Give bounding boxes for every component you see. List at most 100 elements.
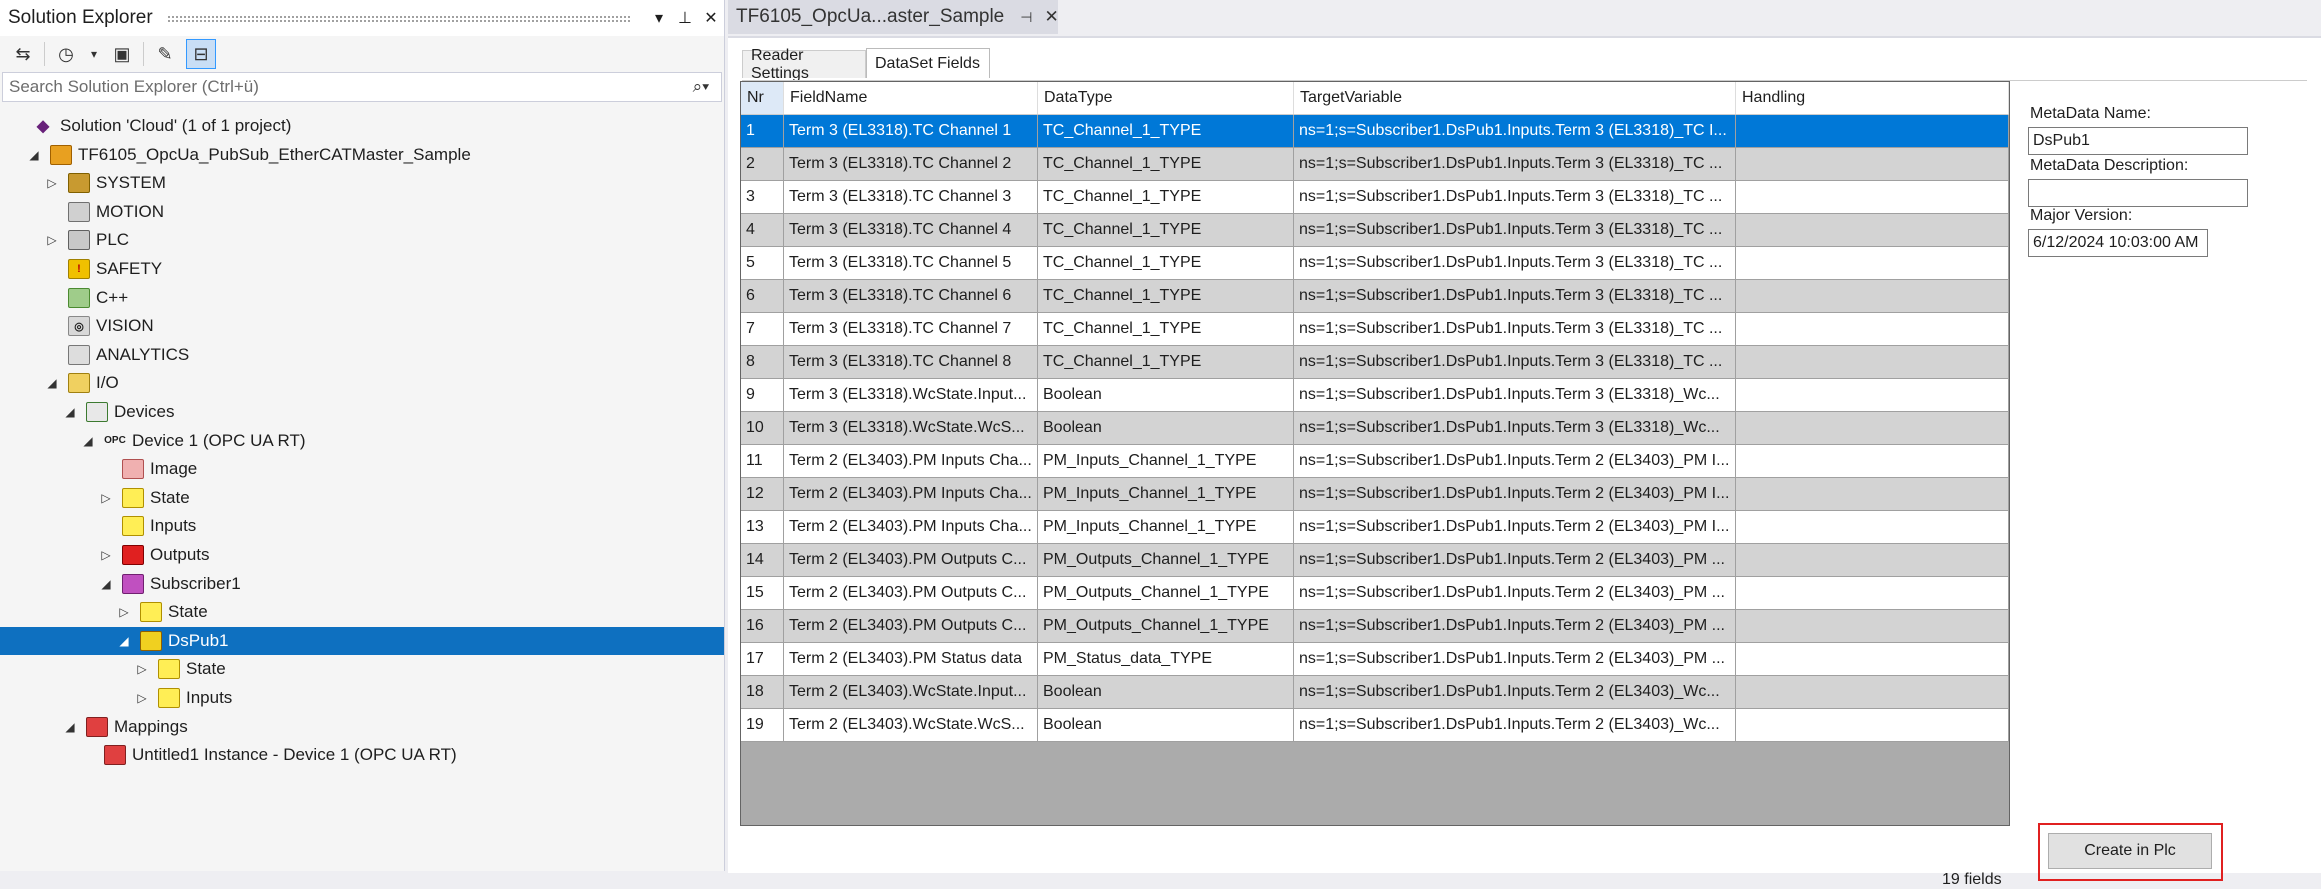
cell-handling[interactable]	[1736, 280, 2009, 312]
tree-node[interactable]: C++	[0, 284, 724, 312]
pin-icon[interactable]: ⊥	[672, 8, 698, 28]
table-row[interactable]: 16 Term 2 (EL3403).PM Outputs C... PM_Outp…	[741, 610, 2009, 643]
cell-fieldname[interactable]: Term 2 (EL3403).PM Outputs C...	[784, 544, 1038, 576]
tree-node[interactable]: ◢ Subscriber1	[0, 570, 724, 598]
column-header-handling[interactable]: Handling	[1736, 82, 2009, 114]
cell-datatype[interactable]: PM_Outputs_Channel_1_TYPE	[1038, 610, 1294, 642]
cell-nr[interactable]: 12	[741, 478, 784, 510]
properties-wrench-icon[interactable]: ✎	[150, 39, 180, 69]
cell-handling[interactable]	[1736, 445, 2009, 477]
cell-fieldname[interactable]: Term 3 (EL3318).TC Channel 6	[784, 280, 1038, 312]
cell-datatype[interactable]: PM_Inputs_Channel_1_TYPE	[1038, 478, 1294, 510]
tree-node[interactable]: ANALYTICS	[0, 341, 724, 369]
tree-node[interactable]: ◢ Mappings	[0, 713, 724, 741]
cell-datatype[interactable]: Boolean	[1038, 379, 1294, 411]
major-version-field[interactable]: 6/12/2024 10:03:00 AM	[2028, 229, 2208, 257]
cell-targetvariable[interactable]: ns=1;s=Subscriber1.DsPub1.Inputs.Term 3 …	[1294, 346, 1736, 378]
cell-datatype[interactable]: TC_Channel_1_TYPE	[1038, 214, 1294, 246]
cell-targetvariable[interactable]: ns=1;s=Subscriber1.DsPub1.Inputs.Term 3 …	[1294, 214, 1736, 246]
cell-targetvariable[interactable]: ns=1;s=Subscriber1.DsPub1.Inputs.Term 2 …	[1294, 445, 1736, 477]
cell-datatype[interactable]: TC_Channel_1_TYPE	[1038, 148, 1294, 180]
cell-handling[interactable]	[1736, 412, 2009, 444]
cell-datatype[interactable]: TC_Channel_1_TYPE	[1038, 313, 1294, 345]
tree-node[interactable]: Inputs	[0, 512, 724, 540]
collapse-arrow-icon[interactable]: ◢	[62, 720, 78, 734]
document-tab-title[interactable]: TF6105_OpcUa...aster_Sample	[736, 6, 1004, 28]
cell-nr[interactable]: 9	[741, 379, 784, 411]
table-row[interactable]: 18 Term 2 (EL3403).WcState.Input... Boolea…	[741, 676, 2009, 709]
expand-arrow-icon[interactable]: ▷	[98, 548, 114, 562]
create-in-plc-button[interactable]: Create in Plc	[2048, 833, 2212, 869]
cell-handling[interactable]	[1736, 511, 2009, 543]
cell-fieldname[interactable]: Term 2 (EL3403).PM Outputs C...	[784, 577, 1038, 609]
cell-handling[interactable]	[1736, 577, 2009, 609]
tab-dataset-fields[interactable]: DataSet Fields	[866, 48, 990, 78]
cell-nr[interactable]: 10	[741, 412, 784, 444]
search-icon[interactable]: ⌕▾	[681, 77, 721, 97]
cell-nr[interactable]: 6	[741, 280, 784, 312]
cell-handling[interactable]	[1736, 676, 2009, 708]
cell-handling[interactable]	[1736, 478, 2009, 510]
cell-nr[interactable]: 18	[741, 676, 784, 708]
cell-datatype[interactable]: Boolean	[1038, 412, 1294, 444]
cell-targetvariable[interactable]: ns=1;s=Subscriber1.DsPub1.Inputs.Term 3 …	[1294, 181, 1736, 213]
cell-handling[interactable]	[1736, 643, 2009, 675]
cell-fieldname[interactable]: Term 2 (EL3403).PM Status data	[784, 643, 1038, 675]
cell-targetvariable[interactable]: ns=1;s=Subscriber1.DsPub1.Inputs.Term 3 …	[1294, 379, 1736, 411]
cell-nr[interactable]: 8	[741, 346, 784, 378]
collapse-arrow-icon[interactable]: ◢	[44, 376, 60, 390]
cell-nr[interactable]: 7	[741, 313, 784, 345]
collapse-arrow-icon[interactable]: ◢	[116, 634, 132, 648]
cell-targetvariable[interactable]: ns=1;s=Subscriber1.DsPub1.Inputs.Term 2 …	[1294, 511, 1736, 543]
cell-nr[interactable]: 1	[741, 115, 784, 147]
document-tab[interactable]: TF6105_OpcUa...aster_Sample ⊣ ✕	[728, 0, 1059, 34]
column-header-fieldname[interactable]: FieldName	[784, 82, 1038, 114]
cell-fieldname[interactable]: Term 2 (EL3403).PM Inputs Cha...	[784, 445, 1038, 477]
cell-datatype[interactable]: PM_Inputs_Channel_1_TYPE	[1038, 445, 1294, 477]
solution-explorer-search[interactable]: Search Solution Explorer (Ctrl+ü) ⌕▾	[2, 72, 722, 102]
collapse-arrow-icon[interactable]: ◢	[98, 577, 114, 591]
cell-targetvariable[interactable]: ns=1;s=Subscriber1.DsPub1.Inputs.Term 3 …	[1294, 280, 1736, 312]
tree-node[interactable]: ◎ VISION	[0, 312, 724, 340]
cell-datatype[interactable]: Boolean	[1038, 709, 1294, 741]
cell-nr[interactable]: 2	[741, 148, 784, 180]
cell-handling[interactable]	[1736, 115, 2009, 147]
table-row[interactable]: 17 Term 2 (EL3403).PM Status data PM_Statu…	[741, 643, 2009, 676]
tree-node[interactable]: Untitled1 Instance - Device 1 (OPC UA RT…	[0, 741, 724, 769]
pending-changes-icon[interactable]: ◷	[51, 39, 81, 69]
cell-nr[interactable]: 17	[741, 643, 784, 675]
cell-handling[interactable]	[1736, 709, 2009, 741]
column-header-datatype[interactable]: DataType	[1038, 82, 1294, 114]
table-row[interactable]: 2 Term 3 (EL3318).TC Channel 2 TC_Channel_…	[741, 148, 2009, 181]
cell-targetvariable[interactable]: ns=1;s=Subscriber1.DsPub1.Inputs.Term 2 …	[1294, 610, 1736, 642]
cell-nr[interactable]: 4	[741, 214, 784, 246]
tree-node[interactable]: ◢ I/O	[0, 369, 724, 397]
cell-datatype[interactable]: PM_Outputs_Channel_1_TYPE	[1038, 544, 1294, 576]
collapse-all-icon[interactable]: ▣	[107, 39, 137, 69]
tree-node[interactable]: Image	[0, 455, 724, 483]
cell-targetvariable[interactable]: ns=1;s=Subscriber1.DsPub1.Inputs.Term 3 …	[1294, 247, 1736, 279]
cell-handling[interactable]	[1736, 247, 2009, 279]
table-row[interactable]: 19 Term 2 (EL3403).WcState.WcS... Boolean n…	[741, 709, 2009, 742]
cell-fieldname[interactable]: Term 2 (EL3403).PM Inputs Cha...	[784, 478, 1038, 510]
table-row[interactable]: 15 Term 2 (EL3403).PM Outputs C... PM_Outp…	[741, 577, 2009, 610]
metadata-description-field[interactable]	[2028, 179, 2248, 207]
cell-handling[interactable]	[1736, 610, 2009, 642]
cell-nr[interactable]: 14	[741, 544, 784, 576]
expand-arrow-icon[interactable]: ▷	[134, 691, 150, 705]
table-row[interactable]: 12 Term 2 (EL3403).PM Inputs Cha... PM_Inp…	[741, 478, 2009, 511]
cell-datatype[interactable]: PM_Status_data_TYPE	[1038, 643, 1294, 675]
cell-fieldname[interactable]: Term 3 (EL3318).TC Channel 1	[784, 115, 1038, 147]
cell-targetvariable[interactable]: ns=1;s=Subscriber1.DsPub1.Inputs.Term 2 …	[1294, 544, 1736, 576]
cell-fieldname[interactable]: Term 3 (EL3318).WcState.WcS...	[784, 412, 1038, 444]
expand-arrow-icon[interactable]: ▷	[44, 176, 60, 190]
table-row[interactable]: 3 Term 3 (EL3318).TC Channel 3 TC_Channel_…	[741, 181, 2009, 214]
cell-nr[interactable]: 5	[741, 247, 784, 279]
cell-fieldname[interactable]: Term 3 (EL3318).TC Channel 5	[784, 247, 1038, 279]
cell-handling[interactable]	[1736, 313, 2009, 345]
collapse-arrow-icon[interactable]: ◢	[26, 148, 42, 162]
tree-node[interactable]: ◆ Solution 'Cloud' (1 of 1 project)	[0, 112, 724, 140]
cell-fieldname[interactable]: Term 3 (EL3318).TC Channel 2	[784, 148, 1038, 180]
close-tab-icon[interactable]: ✕	[1044, 7, 1058, 27]
cell-targetvariable[interactable]: ns=1;s=Subscriber1.DsPub1.Inputs.Term 2 …	[1294, 577, 1736, 609]
